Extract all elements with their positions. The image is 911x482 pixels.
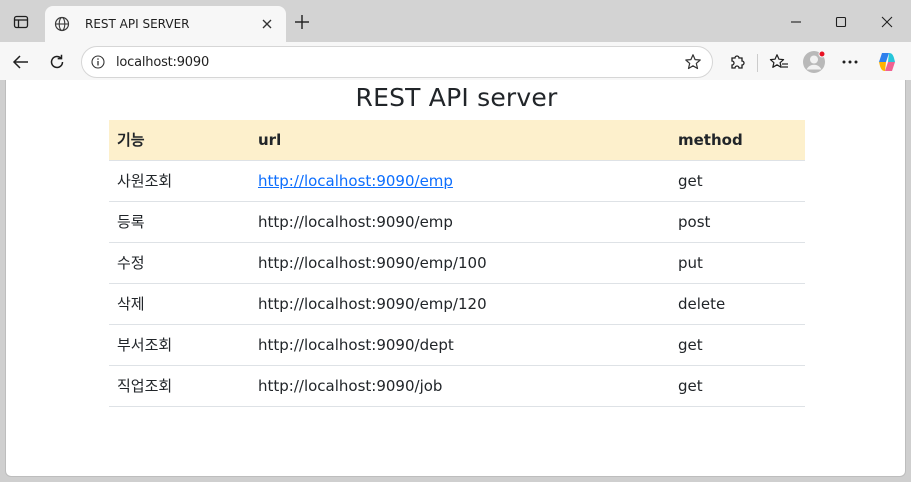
cell-method: get bbox=[670, 323, 805, 365]
cell-feature: 등록 bbox=[109, 200, 250, 242]
cell-method: delete bbox=[670, 282, 805, 324]
reload-icon[interactable] bbox=[44, 49, 70, 75]
cell-url: http://localhost:9090/emp/100 bbox=[250, 241, 670, 283]
favorites-icon[interactable] bbox=[766, 49, 792, 75]
cell-url: http://localhost:9090/job bbox=[250, 364, 670, 407]
emp-link[interactable]: http://localhost:9090/emp bbox=[258, 172, 453, 190]
header-feature: 기능 bbox=[109, 120, 250, 160]
cell-url: http://localhost:9090/dept bbox=[250, 323, 670, 365]
info-icon[interactable] bbox=[90, 54, 106, 70]
cell-method: put bbox=[670, 241, 805, 283]
active-tab[interactable]: REST API SERVER bbox=[45, 6, 286, 42]
address-bar[interactable]: localhost:9090 bbox=[81, 46, 713, 78]
table-row: 삭제 http://localhost:9090/emp/120 delete bbox=[109, 282, 805, 324]
cell-method: post bbox=[670, 200, 805, 242]
sidebar-toggle-icon[interactable] bbox=[8, 9, 34, 35]
table-header-row: 기능 url method bbox=[109, 120, 805, 160]
table-row: 수정 http://localhost:9090/emp/100 put bbox=[109, 241, 805, 283]
close-window-icon[interactable] bbox=[875, 10, 899, 34]
table-row: 직업조회 http://localhost:9090/job get bbox=[109, 364, 805, 407]
star-icon[interactable] bbox=[684, 53, 702, 71]
toolbar-divider bbox=[757, 54, 758, 72]
cell-feature: 부서조회 bbox=[109, 323, 250, 365]
cell-feature: 사원조회 bbox=[109, 159, 250, 201]
table-row: 부서조회 http://localhost:9090/dept get bbox=[109, 323, 805, 365]
cell-url: http://localhost:9090/emp bbox=[250, 200, 670, 242]
api-table: 기능 url method 사원조회 http://localhost:9090… bbox=[109, 120, 805, 407]
minimize-icon[interactable] bbox=[784, 10, 808, 34]
close-tab-icon[interactable] bbox=[258, 15, 276, 33]
cell-url: http://localhost:9090/emp bbox=[250, 159, 670, 201]
page-viewport: REST API server 기능 url method 사원조회 http:… bbox=[5, 80, 906, 477]
cell-method: get bbox=[670, 159, 805, 201]
copilot-icon[interactable] bbox=[874, 49, 900, 75]
header-method: method bbox=[670, 120, 805, 160]
globe-icon bbox=[53, 15, 71, 33]
more-icon[interactable] bbox=[837, 49, 863, 75]
address-text[interactable]: localhost:9090 bbox=[116, 55, 209, 70]
tab-strip: REST API SERVER bbox=[0, 0, 911, 42]
cell-feature: 삭제 bbox=[109, 282, 250, 324]
header-url: url bbox=[250, 120, 670, 160]
back-arrow-icon[interactable] bbox=[8, 49, 34, 75]
profile-icon[interactable] bbox=[801, 49, 827, 75]
cell-url: http://localhost:9090/emp/120 bbox=[250, 282, 670, 324]
puzzle-icon[interactable] bbox=[724, 49, 750, 75]
page-title: REST API server bbox=[355, 83, 558, 112]
tab-title: REST API SERVER bbox=[85, 17, 190, 31]
cell-feature: 수정 bbox=[109, 241, 250, 283]
table-row: 사원조회 http://localhost:9090/emp get bbox=[109, 159, 805, 201]
maximize-icon[interactable] bbox=[829, 10, 853, 34]
table-row: 등록 http://localhost:9090/emp post bbox=[109, 200, 805, 242]
cell-method: get bbox=[670, 364, 805, 407]
browser-toolbar: localhost:9090 bbox=[0, 42, 911, 80]
new-tab-plus-icon[interactable] bbox=[291, 11, 313, 33]
cell-feature: 직업조회 bbox=[109, 364, 250, 407]
